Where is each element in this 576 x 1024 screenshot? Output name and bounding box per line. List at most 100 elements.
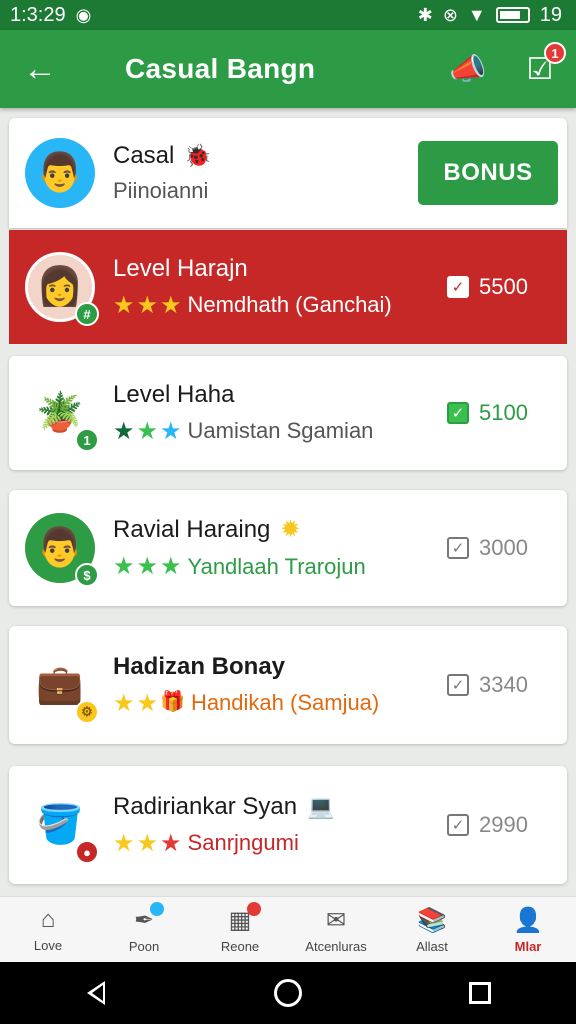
row-score: 2990 (479, 812, 528, 837)
rating-stars: ★ ★ ★ (113, 291, 182, 320)
ladybug-icon: 🐞 (184, 143, 212, 168)
nav-label: Mlar (514, 938, 542, 954)
recents-square-icon (469, 982, 491, 1004)
star-icon: ★ (136, 417, 159, 445)
tasks-button[interactable]: ☑ 1 (504, 30, 576, 108)
row-name: Hadizan Bonay (113, 652, 286, 680)
star-icon: ★ (113, 689, 135, 717)
row-subtitle: Nemdhath (Ganchai) (187, 292, 392, 317)
nav-label: Allast (416, 938, 448, 954)
record-icon: ◉ (75, 4, 92, 25)
status-bar: 1:3:29 ◉ ✱ ⊗ ▼ 19 (0, 0, 576, 30)
nav-item-mlar[interactable]: 👤 Mlar (480, 897, 576, 962)
badge-dot (150, 901, 165, 916)
nav-label: Poon (128, 938, 160, 954)
profile-card: 👨 Casal 🐞 Piinoianni BONUS (9, 118, 567, 228)
row-subtitle: Uamistan Sgamian (187, 418, 374, 443)
leaderboard-list[interactable]: 👨 Casal 🐞 Piinoianni BONUS 👩 # Level Har… (0, 108, 576, 896)
system-navigation-bar (0, 962, 576, 1024)
megaphone-button[interactable]: 📣 (432, 30, 504, 108)
list-item[interactable]: 👨 $ Ravial Haraing ✹ ★ ★ ★ Yandlaah Trar… (9, 490, 567, 606)
star-icon: ★ (136, 689, 159, 717)
list-item[interactable]: 🪴 1 Level Haha ★ ★ ★ Uamistan Sgamian ✓ … (9, 356, 567, 470)
notification-badge: 1 (544, 42, 566, 64)
checkbox-icon[interactable]: ✓ (447, 276, 469, 298)
back-triangle-icon (87, 981, 105, 1005)
avatar-badge: 1 (75, 428, 99, 452)
star-icon: ★ (160, 829, 182, 857)
back-arrow-icon: ← (23, 49, 57, 88)
rating-stars: ★ ★ ★ (113, 829, 182, 858)
pen-icon: ✒ (134, 901, 165, 935)
rating-stars: ★ ★ ★ (113, 417, 182, 446)
avatar: 👨 $ (25, 513, 99, 587)
rating-stars: ★ ★ 🎁 (113, 689, 185, 718)
bluetooth-icon: ✱ (417, 4, 433, 25)
nav-item-love[interactable]: ⌂ Love (0, 897, 96, 962)
system-home-button[interactable] (258, 973, 318, 1013)
nav-item-reone[interactable]: ▦ Reone (192, 897, 288, 962)
star-icon: ★ (113, 291, 135, 319)
checkbox-icon[interactable]: ✓ (447, 674, 469, 696)
home-icon: ⌂ (40, 906, 56, 933)
row-score: 3000 (479, 535, 528, 560)
nav-label: Atcenluras (305, 938, 367, 954)
nav-item-atcenluras[interactable]: ✉ Atcenluras (288, 897, 384, 962)
star-icon: ★ (113, 829, 135, 857)
star-icon: ★ (136, 829, 159, 857)
system-back-button[interactable] (66, 973, 126, 1013)
wifi-icon: ▼ (467, 4, 486, 25)
list-item[interactable]: 👩 # Level Harajn ★ ★ ★ Nemdhath (Ganchai… (9, 230, 567, 344)
list-item[interactable]: 🪣 ● Radiriankar Syan 💻 ★ ★ ★ Sanrjngumi … (9, 766, 567, 884)
nav-item-allast[interactable]: 📚 Allast (384, 897, 480, 962)
sun-icon: ✹ (280, 516, 301, 543)
avatar: 💼 ⚙ (25, 650, 99, 724)
row-score: 5500 (479, 274, 528, 299)
badge-dot (247, 901, 262, 916)
page-title: Casual Bangn (125, 53, 316, 84)
star-icon: ★ (136, 291, 159, 319)
home-circle-icon (274, 979, 302, 1007)
app-bar: ← Casual Bangn 📣 ☑ 1 (0, 30, 576, 108)
list-item[interactable]: 💼 ⚙ Hadizan Bonay ★ ★ 🎁 Handikah (Samjua… (9, 626, 567, 744)
computer-icon: 💻 (307, 793, 335, 819)
row-subtitle: Yandlaah Trarojun (187, 553, 366, 579)
back-button[interactable]: ← (0, 30, 80, 108)
profile-subtitle: Piinoianni (113, 178, 209, 203)
avatar-badge: $ (75, 563, 99, 587)
grid-icon: ▦ (229, 901, 262, 935)
checkbox-icon[interactable]: ✓ (447, 814, 469, 836)
mail-icon: ✉ (325, 906, 347, 934)
row-subtitle: Handikah (Samjua) (190, 690, 380, 715)
avatar[interactable]: 👨 (25, 138, 95, 208)
avatar: 👩 # (25, 252, 99, 326)
bottom-navigation: ⌂ Love ✒ Poon ▦ Reone ✉ Atcenluras 📚 All… (0, 896, 576, 962)
avatar: 🪣 ● (25, 790, 99, 864)
nav-label: Love (33, 938, 63, 953)
star-icon: ★ (160, 553, 182, 580)
star-icon: ★ (160, 417, 182, 445)
bonus-button[interactable]: BONUS (418, 141, 558, 205)
profile-name: Casal (113, 142, 175, 169)
checkbox-icon[interactable]: ✓ (447, 402, 469, 424)
nav-item-poon[interactable]: ✒ Poon (96, 897, 192, 962)
rating-stars: ★ ★ ★ (113, 552, 182, 581)
avatar-badge: ● (75, 840, 99, 864)
alarm-icon: ⊗ (442, 4, 458, 25)
row-score: 5100 (479, 400, 528, 425)
system-recents-button[interactable] (450, 973, 510, 1013)
star-icon: ★ (113, 553, 135, 580)
book-icon: 📚 (417, 906, 447, 934)
user-avatar-icon: 👨 (25, 138, 95, 208)
star-icon: ★ (136, 553, 159, 580)
row-subtitle: Sanrjngumi (187, 830, 299, 855)
nav-label: Reone (220, 938, 260, 954)
row-name: Ravial Haraing (113, 515, 271, 543)
checkbox-icon[interactable]: ✓ (447, 537, 469, 559)
row-name: Level Haha (113, 380, 235, 408)
row-name: Radiriankar Syan (113, 792, 298, 820)
battery-icon (495, 7, 530, 23)
row-name: Level Harajn (113, 254, 248, 282)
avatar-badge: # (75, 302, 99, 326)
avatar: 🪴 1 (25, 378, 99, 452)
